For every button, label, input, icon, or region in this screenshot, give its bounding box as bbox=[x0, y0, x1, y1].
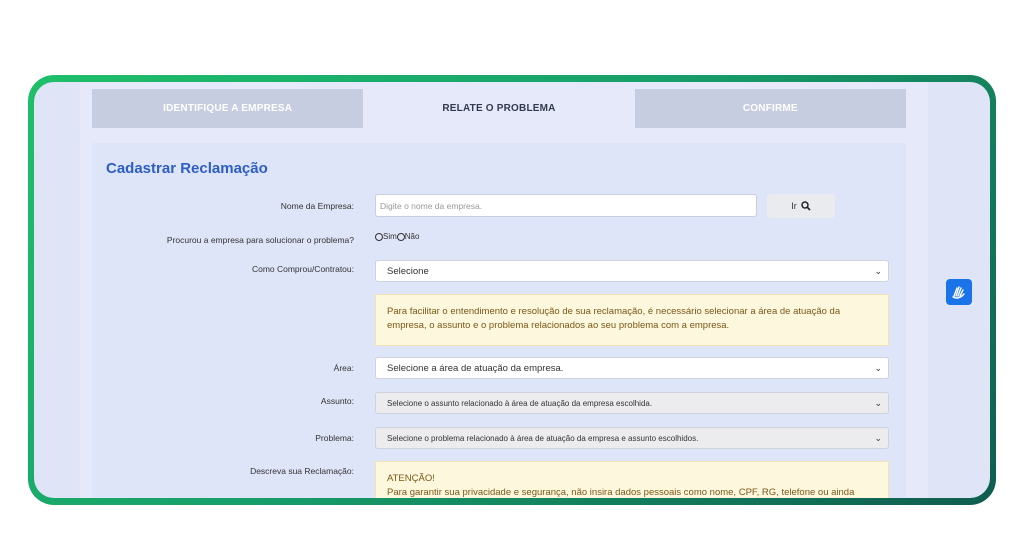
purchase-label: Como Comprou/Contratou: bbox=[251, 264, 354, 274]
yes-radio[interactable] bbox=[375, 232, 383, 241]
subject-select[interactable]: Selecione o assunto relacionado à área d… bbox=[375, 392, 889, 414]
area-select-value: Selecione a área de atuação da empresa. bbox=[387, 362, 564, 374]
no-radio[interactable] bbox=[396, 232, 405, 241]
info-note: Para facilitar o entendimento e resoluçã… bbox=[375, 294, 889, 346]
page-title: Cadastrar Reclamação bbox=[106, 160, 268, 177]
no-radio-label: Não bbox=[404, 232, 420, 241]
progress-steps: IDENTIFIQUE A EMPRESA RELATE O PROBLEMA … bbox=[92, 89, 906, 134]
purchase-select-value: Selecione bbox=[387, 265, 429, 277]
chevron-down-icon: ⌄ bbox=[874, 266, 882, 276]
area-label: Área: bbox=[333, 363, 354, 373]
subject-select-value: Selecione o assunto relacionado à área d… bbox=[387, 398, 653, 408]
step-confirm[interactable]: CONFIRME bbox=[634, 89, 906, 128]
step-report-problem[interactable]: RELATE O PROBLEMA bbox=[363, 89, 635, 134]
company-label: Nome da Empresa: bbox=[280, 201, 354, 211]
search-icon bbox=[801, 201, 811, 211]
subject-label: Assunto: bbox=[320, 396, 354, 406]
problem-select-value: Selecione o problema relacionado à área … bbox=[387, 433, 699, 443]
page-container: IDENTIFIQUE A EMPRESA RELATE O PROBLEMA … bbox=[80, 82, 928, 498]
contacted-label: Procurou a empresa para solucionar o pro… bbox=[166, 235, 354, 245]
search-button-label: Ir bbox=[791, 201, 797, 211]
yes-radio-label: Sim bbox=[383, 232, 397, 241]
problem-select[interactable]: Selecione o problema relacionado à área … bbox=[375, 427, 889, 449]
search-button[interactable]: Ir bbox=[767, 194, 835, 218]
contacted-radio-group: Sim Não bbox=[375, 232, 419, 241]
warning-text: Para garantir sua privacidade e seguranç… bbox=[387, 487, 855, 498]
screen: IDENTIFIQUE A EMPRESA RELATE O PROBLEMA … bbox=[34, 82, 990, 498]
chevron-down-icon: ⌄ bbox=[874, 433, 882, 443]
sign-language-icon bbox=[952, 286, 965, 299]
problem-label: Problema: bbox=[315, 433, 354, 443]
chevron-down-icon: ⌄ bbox=[874, 398, 882, 408]
accessibility-button[interactable] bbox=[946, 279, 972, 305]
warning-note: ATENÇÃO! Para garantir sua privacidade e… bbox=[375, 461, 889, 498]
complaint-form: Cadastrar Reclamação Nome da Empresa: Di… bbox=[92, 143, 906, 498]
step-identify-company[interactable]: IDENTIFIQUE A EMPRESA bbox=[92, 89, 364, 128]
company-input[interactable]: Digite o nome da empresa. bbox=[375, 194, 757, 217]
area-select[interactable]: Selecione a área de atuação da empresa. … bbox=[375, 357, 889, 379]
describe-label: Descreva sua Reclamação: bbox=[250, 466, 354, 476]
chevron-down-icon: ⌄ bbox=[874, 363, 882, 373]
purchase-select[interactable]: Selecione ⌄ bbox=[375, 260, 889, 282]
warning-title: ATENÇÃO! bbox=[387, 473, 435, 484]
